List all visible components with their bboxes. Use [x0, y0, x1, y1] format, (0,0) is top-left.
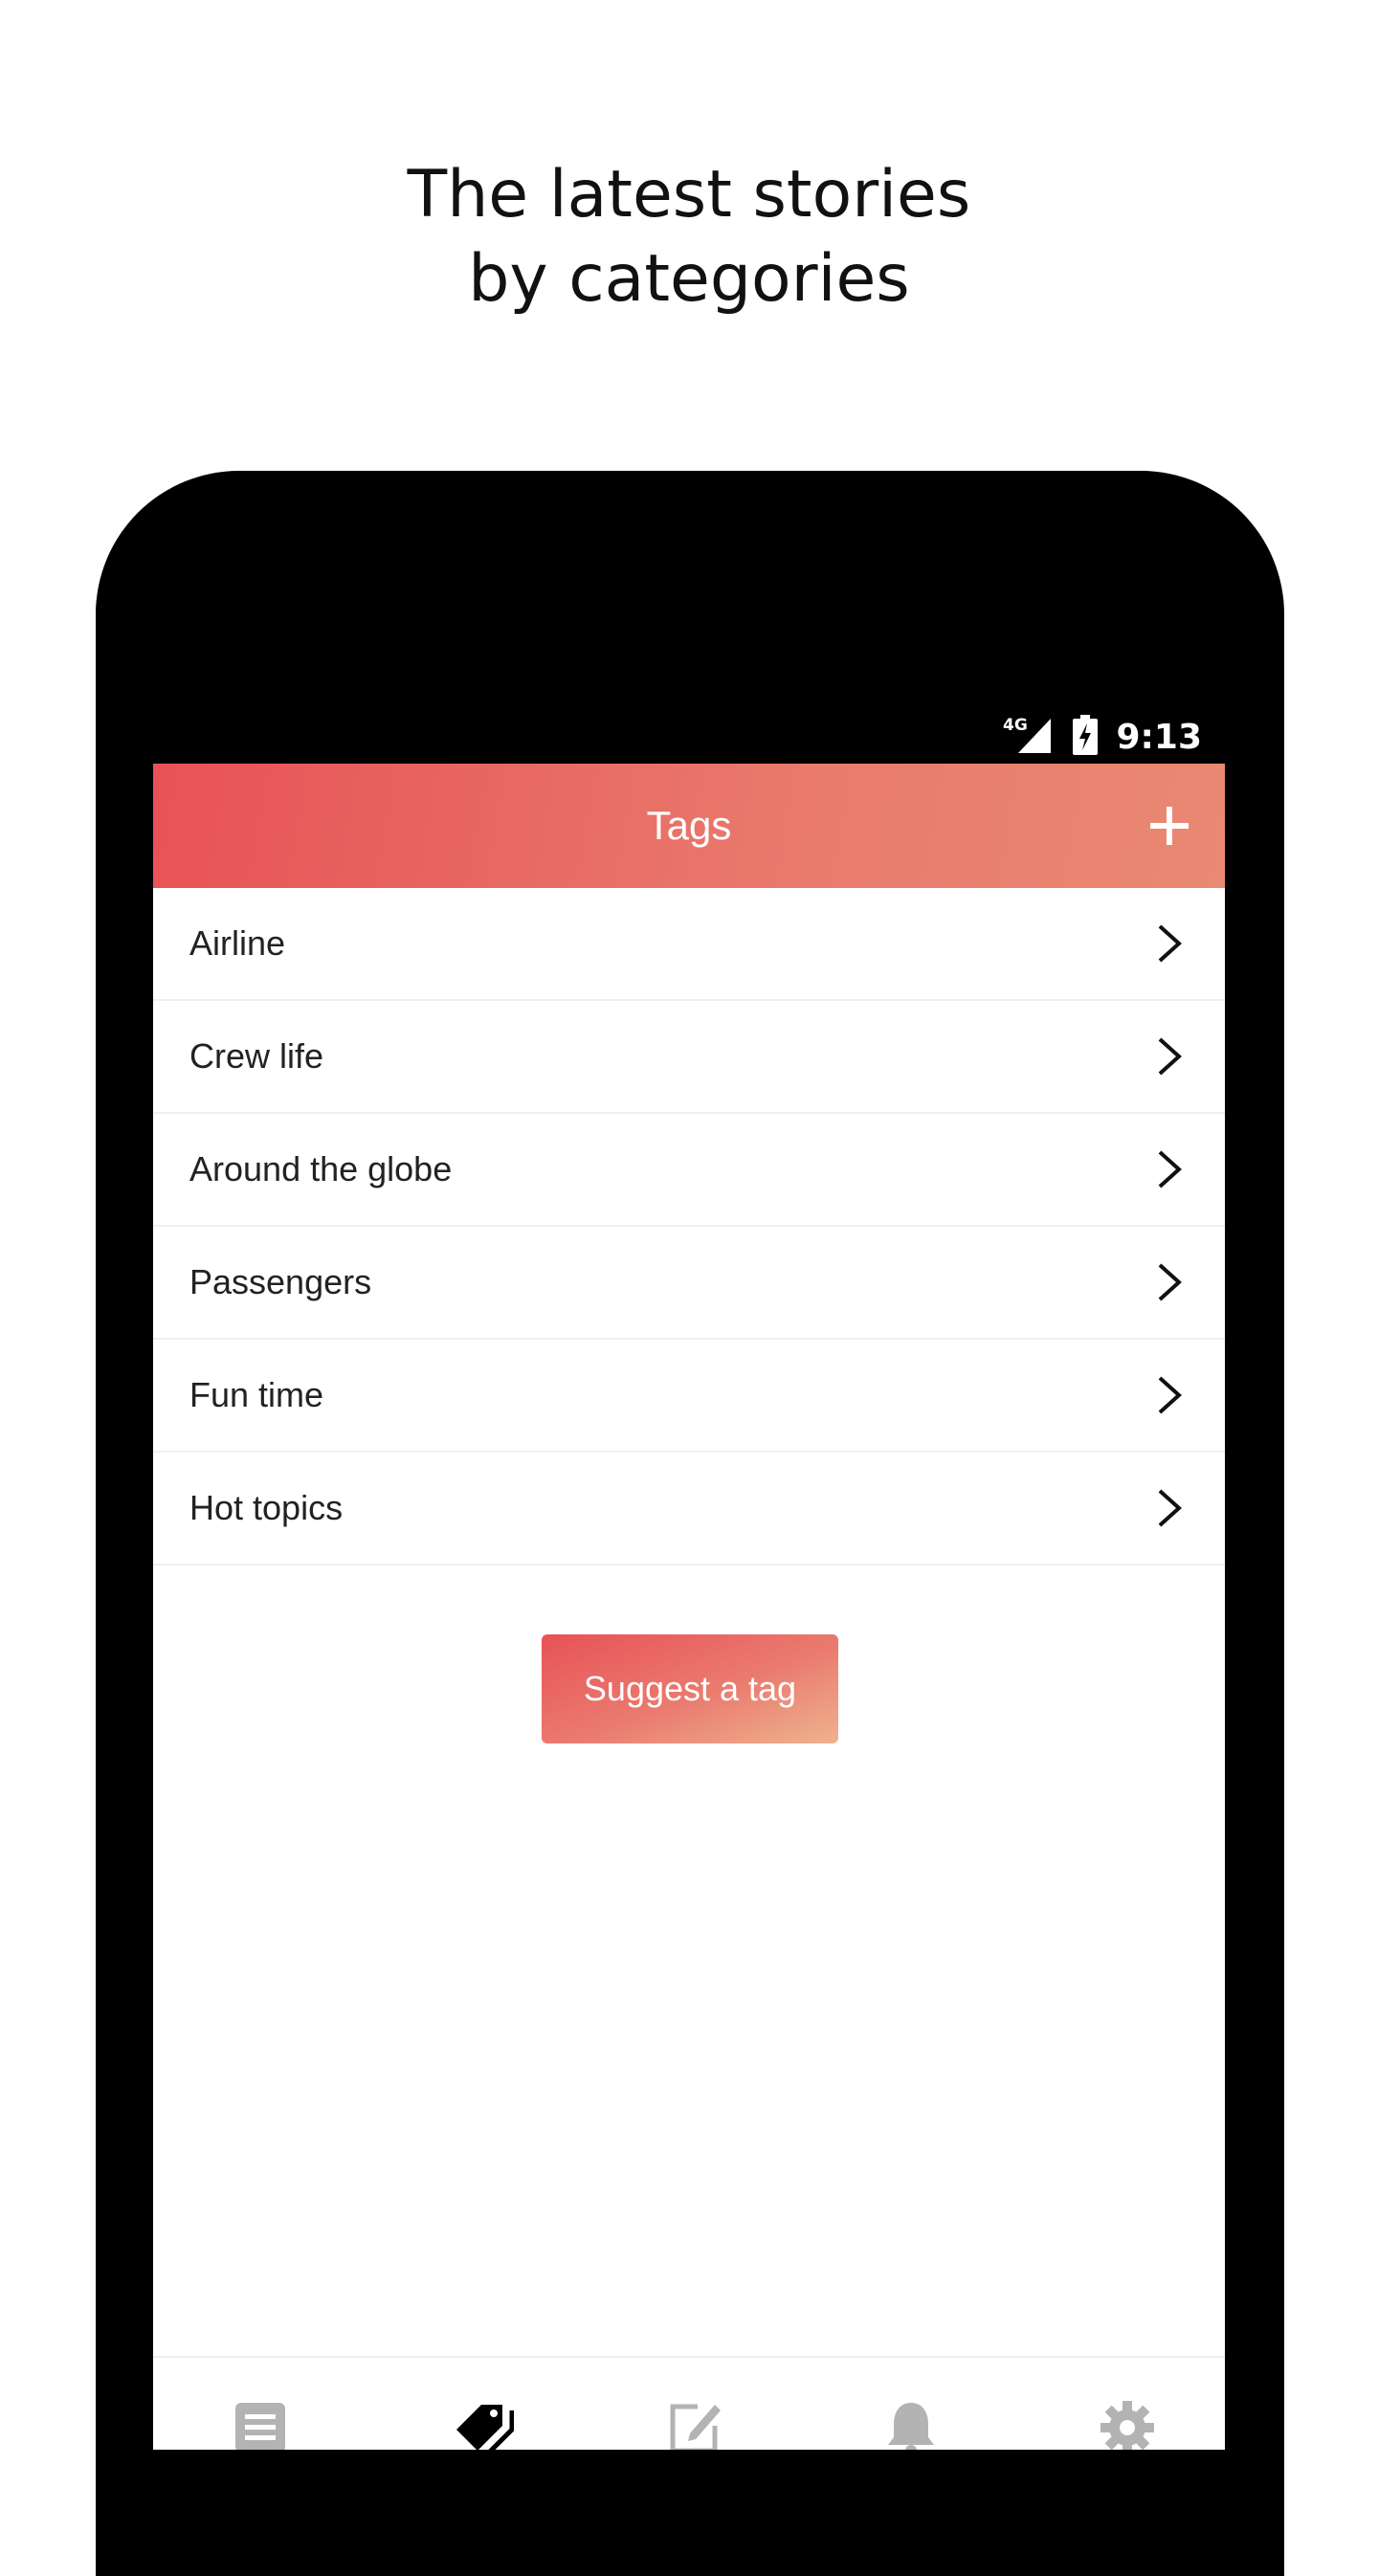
tag-row-airline[interactable]: Airline [153, 888, 1225, 1001]
nav-tags[interactable] [450, 2394, 517, 2450]
tag-row-passengers[interactable]: Passengers [153, 1227, 1225, 1340]
chevron-right-icon [1158, 1376, 1182, 1414]
tag-label: Crew life [189, 1036, 324, 1076]
tag-row-fun-time[interactable]: Fun time [153, 1340, 1225, 1453]
nav-feed[interactable] [227, 2394, 294, 2450]
network-signal-icon: 4G [1003, 715, 1055, 760]
app-bar: Tags [153, 764, 1225, 888]
tag-label: Airline [189, 923, 286, 963]
nav-notifications[interactable] [878, 2394, 945, 2450]
plus-icon [1150, 807, 1189, 845]
tag-label: Fun time [189, 1375, 324, 1414]
chevron-right-icon [1158, 1150, 1182, 1188]
nav-settings[interactable] [1094, 2394, 1161, 2450]
promo-headline-line2: by categories [468, 241, 910, 317]
tag-label: Around the globe [189, 1149, 453, 1188]
feed-icon [235, 2403, 285, 2450]
tag-label: Passengers [189, 1262, 372, 1301]
promo-headline-line1: The latest stories [407, 157, 971, 233]
nav-compose[interactable] [662, 2394, 729, 2450]
tag-row-around-the-globe[interactable]: Around the globe [153, 1114, 1225, 1227]
tag-row-hot-topics[interactable]: Hot topics [153, 1453, 1225, 1566]
chevron-right-icon [1158, 1489, 1182, 1527]
network-type-label: 4G [1003, 716, 1028, 735]
status-time: 9:13 [1116, 717, 1202, 757]
tag-label: Hot topics [189, 1488, 344, 1527]
battery-charging-icon [1072, 714, 1099, 760]
tags-icon [456, 2405, 514, 2450]
chevron-right-icon [1158, 924, 1182, 963]
app-screen: Tags Airline Crew life Around the globe … [153, 764, 1225, 2450]
chevron-right-icon [1158, 1037, 1182, 1076]
compose-icon [670, 2404, 721, 2450]
tag-row-crew-life[interactable]: Crew life [153, 1001, 1225, 1114]
add-tag-button[interactable] [1139, 795, 1200, 856]
app-bar-title: Tags [646, 803, 732, 848]
chevron-right-icon [1158, 1263, 1182, 1301]
gear-icon [1100, 2401, 1154, 2450]
tags-list: Airline Crew life Around the globe Passe… [153, 888, 1225, 1566]
suggest-tag-button[interactable]: Suggest a tag [542, 1634, 838, 1743]
promo-headline: The latest stories by categories [0, 153, 1378, 322]
bottom-nav [153, 2356, 1225, 2450]
bell-icon [888, 2403, 934, 2450]
status-bar: 4G 9:13 [153, 706, 1225, 766]
